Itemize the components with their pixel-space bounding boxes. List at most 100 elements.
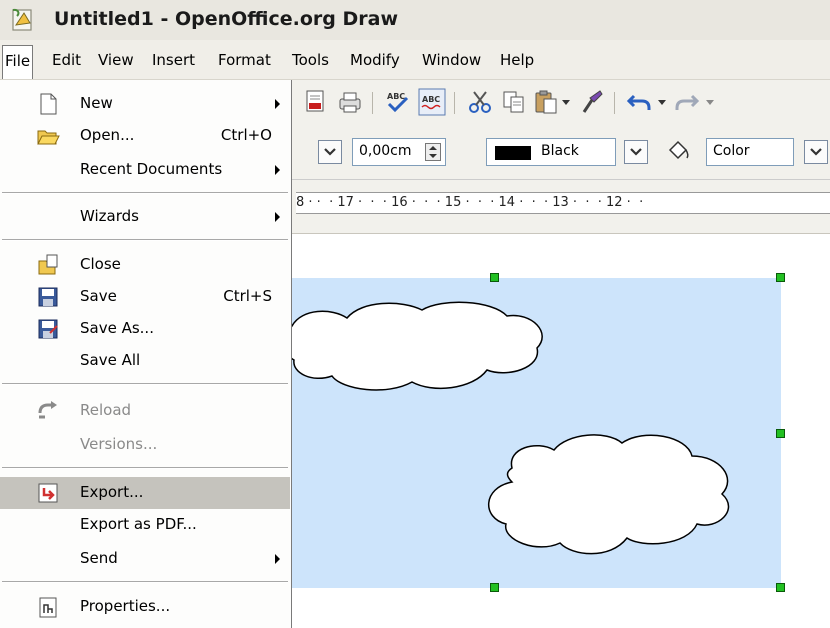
chevron-down-icon bbox=[324, 148, 336, 156]
menu-item-label: Recent Documents bbox=[80, 160, 223, 178]
menu-item-label: Save All bbox=[80, 351, 141, 369]
menu-item-shortcut: Ctrl+S bbox=[223, 287, 272, 305]
menu-bar: File Edit View Insert Format Tools Modif… bbox=[0, 40, 830, 80]
toolbar-separator bbox=[372, 92, 373, 114]
menu-separator bbox=[2, 192, 288, 194]
file-menu: New Open... Ctrl+O Recent Documents Wiza… bbox=[0, 80, 292, 628]
submenu-arrow-icon bbox=[275, 212, 280, 222]
menu-item-properties[interactable]: Properties... bbox=[0, 591, 290, 623]
menu-item-label: Export as PDF... bbox=[80, 515, 197, 533]
menu-separator bbox=[2, 239, 288, 241]
menu-modify[interactable]: Modify bbox=[350, 51, 400, 69]
open-folder-icon bbox=[37, 130, 60, 145]
menu-file[interactable]: File bbox=[2, 45, 34, 79]
selection-handle[interactable] bbox=[776, 273, 785, 282]
reload-icon bbox=[38, 401, 57, 419]
menu-item-label: Close bbox=[80, 255, 121, 273]
menu-format[interactable]: Format bbox=[218, 51, 271, 69]
save-icon bbox=[38, 287, 58, 307]
area-style-dropdown[interactable] bbox=[804, 140, 828, 164]
menu-item-recent-documents[interactable]: Recent Documents bbox=[0, 154, 290, 186]
print-icon[interactable] bbox=[336, 88, 364, 116]
line-style-dropdown[interactable] bbox=[318, 140, 342, 164]
menu-format-label: Format bbox=[218, 51, 271, 69]
area-style-field[interactable]: Color bbox=[706, 138, 794, 166]
properties-icon bbox=[39, 597, 57, 618]
copy-icon[interactable] bbox=[500, 88, 528, 116]
menu-item-save-as[interactable]: Save As... bbox=[0, 313, 290, 345]
cut-icon[interactable] bbox=[466, 88, 494, 116]
menu-view[interactable]: View bbox=[98, 51, 134, 69]
cloud-shape bbox=[488, 434, 730, 555]
undo-icon[interactable] bbox=[626, 88, 654, 116]
close-document-icon bbox=[38, 254, 58, 275]
paste-icon[interactable] bbox=[532, 88, 560, 116]
ruler-scale: 8 · · · 17 · · · 16 · · · 15 · · · 14 · … bbox=[296, 192, 830, 214]
chevron-down-icon bbox=[810, 148, 822, 156]
menu-item-label: Send bbox=[80, 549, 118, 567]
line-width-value: 0,00cm bbox=[359, 143, 412, 159]
line-fill-toolbar: 0,00cm Black Color bbox=[292, 124, 830, 180]
selection-handle[interactable] bbox=[776, 583, 785, 592]
menu-item-label: Save bbox=[80, 287, 117, 305]
cloud-shape bbox=[292, 301, 543, 391]
menu-item-versions: Versions... bbox=[0, 429, 290, 461]
menu-item-label: Versions... bbox=[80, 435, 158, 453]
menu-item-save-all[interactable]: Save All bbox=[0, 345, 290, 377]
menu-tools[interactable]: Tools bbox=[292, 51, 329, 69]
menu-insert-label: Insert bbox=[152, 51, 196, 69]
menu-modify-label: Modify bbox=[350, 51, 400, 69]
horizontal-ruler[interactable]: 8 · · · 17 · · · 16 · · · 15 · · · 14 · … bbox=[292, 180, 830, 234]
line-color-dropdown[interactable] bbox=[624, 140, 648, 164]
export-icon bbox=[38, 483, 58, 503]
menu-item-new[interactable]: New bbox=[0, 88, 290, 120]
menu-item-label: Wizards bbox=[80, 207, 139, 225]
openoffice-draw-icon bbox=[12, 8, 32, 31]
line-color-field[interactable]: Black bbox=[486, 138, 616, 166]
submenu-arrow-icon bbox=[275, 165, 280, 175]
menu-edit[interactable]: Edit bbox=[52, 51, 81, 69]
menu-separator bbox=[2, 383, 288, 385]
submenu-arrow-icon bbox=[275, 99, 280, 109]
menu-item-save[interactable]: Save Ctrl+S bbox=[0, 281, 290, 313]
paste-dropdown-icon[interactable] bbox=[562, 98, 570, 106]
window-title: Untitled1 - OpenOffice.org Draw bbox=[54, 8, 398, 30]
spinner-icon[interactable] bbox=[425, 143, 441, 161]
line-color-value: Black bbox=[541, 143, 579, 159]
clone-formatting-icon[interactable] bbox=[578, 88, 606, 116]
menu-item-label: Export... bbox=[80, 483, 144, 501]
color-swatch bbox=[495, 146, 531, 160]
autospellcheck-icon[interactable]: ABC bbox=[418, 88, 446, 116]
menu-item-label: Reload bbox=[80, 401, 132, 419]
selection-handle[interactable] bbox=[490, 583, 499, 592]
menu-window[interactable]: Window bbox=[422, 51, 481, 69]
menu-item-send[interactable]: Send bbox=[0, 543, 290, 575]
selection-handle[interactable] bbox=[490, 273, 499, 282]
area-style-value: Color bbox=[713, 143, 750, 159]
submenu-arrow-icon bbox=[275, 554, 280, 564]
undo-dropdown-icon[interactable] bbox=[658, 98, 666, 106]
export-pdf-icon[interactable] bbox=[302, 88, 330, 116]
menu-item-label: Open... bbox=[80, 126, 135, 144]
svg-text:ABC: ABC bbox=[422, 95, 440, 104]
svg-text:ABC: ABC bbox=[387, 92, 405, 101]
menu-item-label: Save As... bbox=[80, 319, 154, 337]
spellcheck-icon[interactable]: ABC bbox=[384, 88, 412, 116]
redo-dropdown-icon[interactable] bbox=[706, 98, 714, 106]
menu-item-close[interactable]: Close bbox=[0, 249, 290, 281]
menu-file-label: File bbox=[5, 52, 31, 70]
menu-item-open[interactable]: Open... Ctrl+O bbox=[0, 120, 290, 152]
new-document-icon bbox=[40, 93, 57, 115]
redo-icon[interactable] bbox=[672, 88, 700, 116]
menu-edit-label: Edit bbox=[52, 51, 82, 69]
line-width-field[interactable]: 0,00cm bbox=[352, 138, 446, 166]
menu-insert[interactable]: Insert bbox=[152, 51, 195, 69]
menu-help[interactable]: Help bbox=[500, 51, 534, 69]
menu-separator bbox=[2, 467, 288, 469]
menu-item-wizards[interactable]: Wizards bbox=[0, 201, 290, 233]
menu-item-export[interactable]: Export... bbox=[0, 477, 290, 509]
menu-item-export-pdf[interactable]: Export as PDF... bbox=[0, 509, 290, 541]
clouds-drawing bbox=[292, 301, 730, 555]
selection-handle[interactable] bbox=[776, 429, 785, 438]
area-fill-icon[interactable] bbox=[664, 138, 692, 166]
